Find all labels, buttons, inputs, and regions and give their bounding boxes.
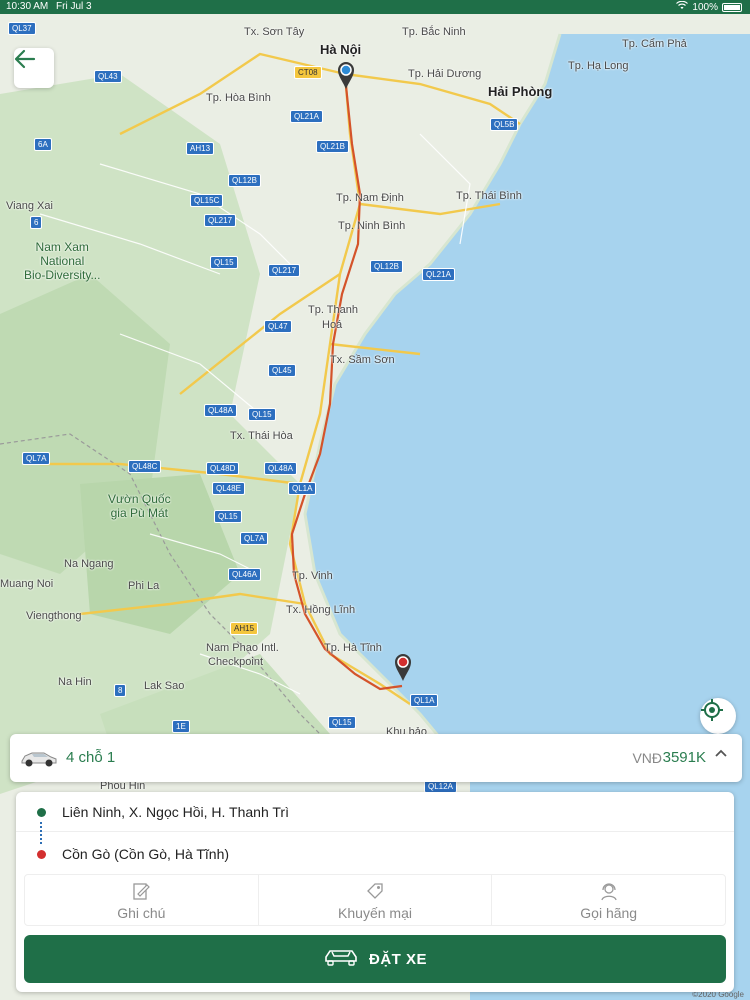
road-tag: QL15C	[190, 194, 224, 207]
origin-address: Liên Ninh, X. Ngọc Hồi, H. Thanh Trì	[62, 804, 289, 820]
map-label: Tp. Thái Bình	[456, 190, 522, 202]
road-tag: QL46A	[228, 568, 261, 581]
map-label: Tp. Vinh	[292, 570, 333, 582]
map-label: Tx. Sơn Tây	[244, 26, 305, 38]
tag-icon	[365, 881, 385, 906]
call-company-button[interactable]: Gọi hãng	[492, 875, 725, 925]
map-label: Tp. Ninh Bình	[338, 220, 406, 232]
road-tag: QL12B	[228, 174, 261, 187]
road-tag: 1E	[172, 720, 190, 733]
vehicle-selector[interactable]: 4 chỗ 1 VNĐ 3591K	[10, 734, 742, 782]
map-label-city: Hải Phòng	[488, 84, 553, 99]
battery-icon	[722, 2, 742, 12]
road-tag: AH15	[230, 622, 259, 635]
road-tag: QL43	[94, 70, 122, 83]
road-tag: QL45	[268, 364, 296, 377]
road-tag: QL15	[210, 256, 238, 269]
road-tag: QL48D	[206, 462, 240, 475]
road-tag: QL48E	[212, 482, 245, 495]
road-tag: 8	[114, 684, 127, 697]
status-date: Fri Jul 3	[56, 1, 92, 12]
destination-dot-icon	[37, 850, 46, 859]
map-label-park: Nam Xam National Bio-Diversity...	[24, 240, 101, 282]
battery-text: 100%	[692, 1, 718, 13]
map-label-park: Vườn Quốc gia Pù Mát	[108, 492, 171, 520]
road-tag: QL48A	[264, 462, 297, 475]
status-right: 100%	[676, 0, 742, 13]
back-button[interactable]	[14, 48, 54, 88]
call-company-label: Gọi hãng	[580, 905, 638, 921]
destination-row[interactable]: Cồn Gò (Cồn Gò, Hà Tĩnh)	[16, 834, 734, 874]
road-tag: QL1A	[288, 482, 317, 495]
destination-address: Cồn Gò (Cồn Gò, Hà Tĩnh)	[62, 846, 230, 862]
trip-panel: Liên Ninh, X. Ngọc Hồi, H. Thanh Trì Cồn…	[16, 792, 734, 992]
road-tag: QL217	[268, 264, 301, 277]
road-tag: QL21B	[316, 140, 349, 153]
road-tag: QL7A	[240, 532, 269, 545]
road-tag: QL15	[214, 510, 242, 523]
price-value: 3591K	[662, 749, 706, 766]
map-label: Viengthong	[26, 610, 82, 622]
note-icon	[131, 881, 151, 906]
status-time: 10:30 AM	[6, 1, 49, 12]
road-tag: QL5B	[490, 118, 519, 131]
status-bar: 10:30 AM Fri Jul 3 100%	[0, 0, 750, 14]
map-label: Tp. Hòa Bình	[206, 92, 271, 104]
road-tag: 6A	[34, 138, 52, 151]
book-ride-button[interactable]: ĐẶT XE	[24, 935, 726, 983]
map-label: Tp. Cẩm Phả	[622, 38, 687, 50]
road-tag: QL48C	[128, 460, 162, 473]
support-agent-icon	[599, 881, 619, 906]
trip-actions: Ghi chú Khuyến mại Gọi hãng	[24, 874, 726, 926]
wifi-icon	[676, 0, 689, 13]
road-tag: QL47	[264, 320, 292, 333]
road-tag: QL37	[8, 22, 36, 35]
origin-dot-icon	[37, 808, 46, 817]
my-location-button[interactable]	[700, 698, 736, 734]
origin-row[interactable]: Liên Ninh, X. Ngọc Hồi, H. Thanh Trì	[16, 792, 734, 832]
map-label: Tp. Bắc Ninh	[402, 26, 466, 38]
map-label: Tx. Sầm Sơn	[330, 354, 395, 366]
map-label: Muang Noi	[0, 578, 54, 590]
road-tag: QL21A	[290, 110, 323, 123]
map-label: Hoá	[322, 319, 343, 331]
promotion-button[interactable]: Khuyến mại	[259, 875, 493, 925]
map-label: Na Ngang	[64, 558, 114, 570]
map-label: Phi La	[128, 580, 160, 592]
map-label: Tx. Thái Hòa	[230, 430, 293, 442]
map-label: Tp. Hải Dương	[408, 68, 482, 80]
chevron-up-icon[interactable]	[714, 746, 728, 765]
map-label-city: Hà Nội	[320, 42, 362, 57]
map-label: Tp. Thanh	[308, 304, 358, 316]
map-label: Viang Xai	[6, 200, 53, 212]
road-tag: QL217	[204, 214, 237, 227]
road-tag: QL1A	[410, 694, 439, 707]
road-tag: AH13	[186, 142, 215, 155]
price-currency: VNĐ	[632, 750, 662, 766]
road-tag: QL15	[328, 716, 356, 729]
book-ride-label: ĐẶT XE	[368, 950, 427, 968]
map-label: Checkpoint	[208, 656, 264, 668]
map-label: Nam Phao Intl.	[206, 642, 279, 654]
note-label: Ghi chú	[117, 905, 166, 921]
road-tag: QL21A	[422, 268, 455, 281]
map-label: Na Hin	[58, 676, 92, 688]
map-label: Tx. Hồng Lĩnh	[286, 604, 356, 616]
car-icon	[20, 747, 58, 774]
map-label: Lak Sao	[144, 680, 185, 692]
road-tag: QL12B	[370, 260, 403, 273]
road-tag: 6	[30, 216, 43, 229]
road-tag: QL7A	[22, 452, 51, 465]
map-label: Tp. Hà Tĩnh	[324, 642, 382, 654]
road-tag: CT08	[294, 66, 322, 79]
map-label: Tp. Nam Định	[336, 192, 404, 204]
map-label: Tp. Hạ Long	[568, 60, 629, 72]
note-button[interactable]: Ghi chú	[25, 875, 259, 925]
vehicle-type-label: 4 chỗ 1	[66, 749, 116, 766]
road-tag: QL15	[248, 408, 276, 421]
promotion-label: Khuyến mại	[338, 905, 412, 921]
car-outline-icon	[323, 945, 359, 974]
road-tag: QL48A	[204, 404, 237, 417]
